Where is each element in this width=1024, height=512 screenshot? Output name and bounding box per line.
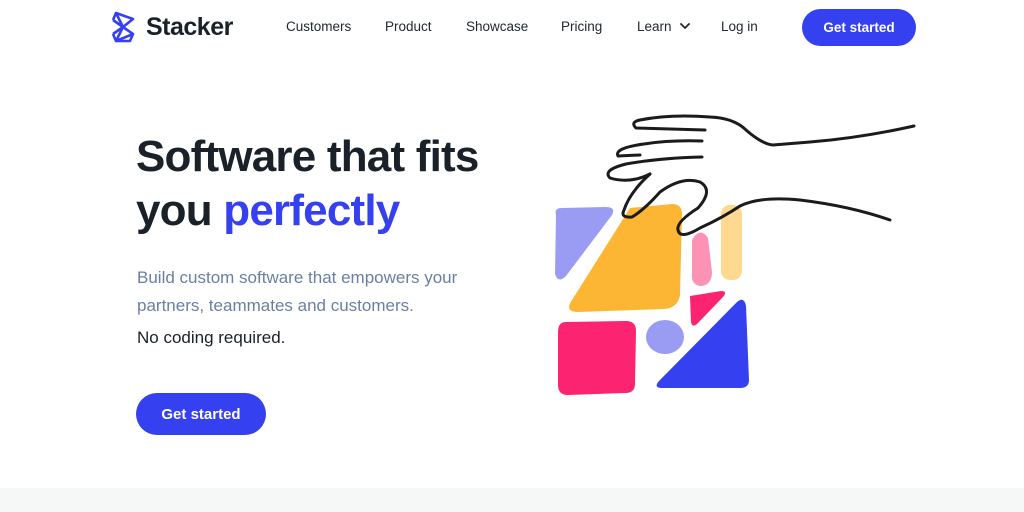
lavender-circle-shape bbox=[646, 320, 684, 354]
nav-learn-label: Learn bbox=[637, 19, 672, 34]
nav-pricing[interactable]: Pricing bbox=[561, 19, 602, 34]
nav-login[interactable]: Log in bbox=[721, 19, 758, 34]
chevron-down-icon bbox=[679, 23, 690, 29]
headline-line1: Software that fits bbox=[136, 132, 479, 181]
nav-showcase[interactable]: Showcase bbox=[466, 19, 528, 34]
nav-product[interactable]: Product bbox=[385, 19, 432, 34]
pink-pill-shape bbox=[692, 232, 712, 286]
hero-get-started-button[interactable]: Get started bbox=[136, 393, 266, 435]
hero-note: No coding required. bbox=[137, 328, 286, 347]
magenta-square-shape bbox=[558, 321, 636, 395]
hero-illustration bbox=[555, 114, 916, 395]
logo[interactable]: Stacker bbox=[106, 10, 233, 44]
headline-line2: you bbox=[136, 186, 224, 235]
stacker-logo-icon bbox=[111, 11, 135, 43]
top-navigation: Stacker Customers Product Showcase Prici… bbox=[0, 0, 1024, 56]
logo-text: Stacker bbox=[146, 12, 233, 41]
next-section-band bbox=[0, 488, 1024, 512]
hero-headline: Software that fits you perfectly bbox=[136, 130, 479, 238]
nav-get-started-button[interactable]: Get started bbox=[802, 9, 916, 46]
nav-customers[interactable]: Customers bbox=[286, 19, 351, 34]
hero-subtitle: Build custom software that empowers your… bbox=[137, 268, 458, 315]
nav-learn[interactable]: Learn bbox=[637, 19, 690, 34]
headline-accent: perfectly bbox=[223, 186, 400, 235]
